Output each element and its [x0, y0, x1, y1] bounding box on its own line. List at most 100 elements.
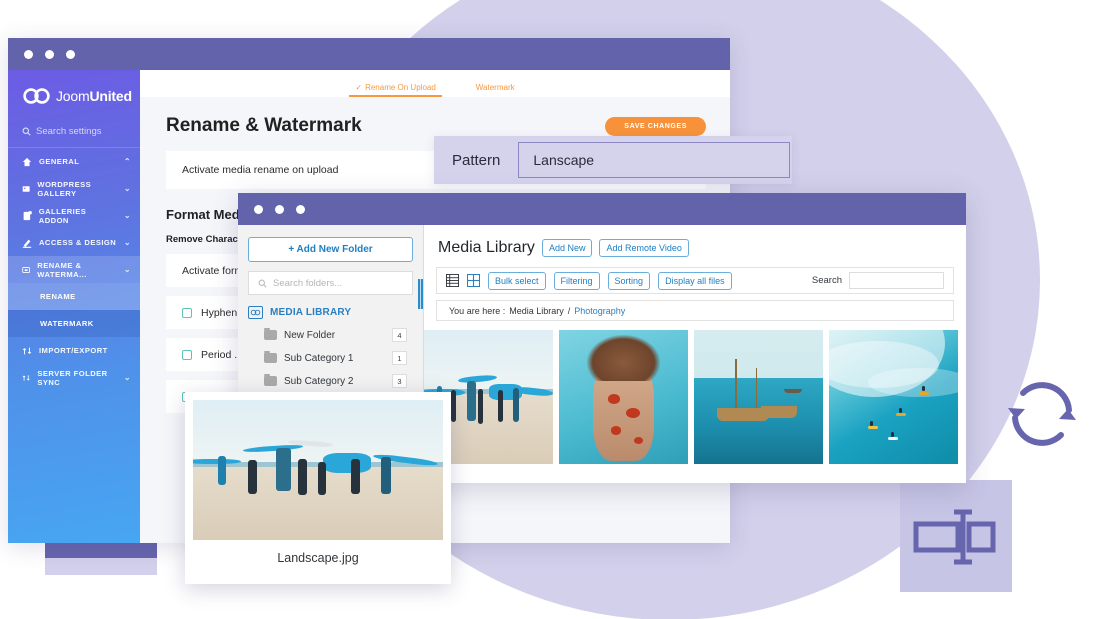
tab-label: Watermark — [475, 83, 515, 92]
media-search: Search — [812, 272, 944, 289]
breadcrumb-separator: / — [567, 305, 571, 316]
breadcrumb-current[interactable]: Photography — [574, 306, 625, 316]
list-view-icon[interactable] — [446, 274, 459, 287]
sidebar-item-label: ACCESS & DESIGN — [39, 238, 117, 247]
tab-watermark[interactable]: Watermark — [476, 83, 515, 97]
sidebar-item-access-design[interactable]: ACCESS & DESIGN ⌄ — [8, 229, 140, 256]
media-window-titlebar — [238, 193, 966, 225]
media-search-label: Search — [811, 275, 842, 286]
screenshot-stage: JoomUnited Search settings GENERAL ⌃ WOR… — [0, 0, 1100, 619]
sidebar-item-import-export[interactable]: IMPORT/EXPORT — [8, 337, 140, 364]
sidebar-item-rename-watermark[interactable]: RENAME & WATERMA... ⌄ — [8, 256, 140, 283]
page-header: Rename & Watermark SAVE CHANGES — [140, 97, 730, 137]
sidebar-item-label: SERVER FOLDER SYNC — [37, 368, 108, 387]
thumbnail-boat[interactable] — [694, 330, 823, 464]
chevron-down-icon: ⌄ — [123, 265, 131, 274]
media-library-header: Media Library Add New Add Remote Video — [424, 225, 966, 257]
folder-item-new-folder[interactable]: New Folder 4 — [248, 328, 413, 342]
window-dot-close[interactable] — [24, 49, 33, 59]
filtering-button[interactable]: Filtering — [553, 271, 600, 290]
grid-view-icon[interactable] — [467, 274, 480, 287]
sidebar-subitem-label: WATERMARK — [40, 319, 94, 328]
folder-name: Sub Category 1 — [284, 352, 354, 364]
addon-icon — [23, 210, 32, 220]
folder-root-label: MEDIA LIBRARY — [270, 307, 352, 318]
rename-icon — [22, 266, 31, 273]
window-dot-minimize[interactable] — [275, 204, 284, 214]
media-main-pane: Media Library Add New Add Remote Video B… — [423, 225, 966, 483]
sidebar-item-galleries-addon[interactable]: GALLERIES ADDON ⌄ — [8, 202, 140, 229]
chevron-down-icon: ⌄ — [123, 184, 131, 193]
sidebar-search[interactable]: Search settings — [8, 104, 140, 148]
search-icon — [22, 127, 31, 136]
sidebar-item-general[interactable]: GENERAL ⌃ — [8, 148, 140, 175]
brush-icon — [22, 239, 32, 248]
folder-search-input[interactable]: Search folders... — [248, 271, 413, 295]
chevron-down-icon: ⌄ — [123, 211, 131, 220]
image-preview-card: Landscape.jpg — [185, 392, 451, 584]
window-dot-maximize[interactable] — [66, 49, 75, 59]
check-icon: ✓ — [355, 83, 363, 92]
folder-item-sub-category-2[interactable]: Sub Category 2 3 — [248, 374, 413, 388]
add-remote-video-button[interactable]: Add Remote Video — [599, 239, 689, 257]
thumbnail-grid — [424, 321, 966, 464]
search-icon — [258, 279, 267, 288]
pattern-input[interactable]: Lanscape — [518, 142, 791, 178]
sidebar-item-server-folder-sync[interactable]: SERVER FOLDER SYNC ⌄ — [8, 364, 140, 391]
window-dot-minimize[interactable] — [45, 49, 54, 59]
checkbox-period[interactable] — [182, 349, 192, 360]
breadcrumb-prefix: You are here : — [449, 305, 506, 316]
breadcrumb-root[interactable]: Media Library — [509, 306, 564, 316]
sorting-button[interactable]: Sorting — [607, 271, 651, 290]
sidebar-item-label: IMPORT/EXPORT — [39, 346, 108, 355]
preview-filename: Landscape.jpg — [277, 551, 359, 565]
folder-name: New Folder — [284, 329, 336, 341]
checkbox-label: Period . — [201, 348, 238, 361]
window-dot-close[interactable] — [254, 204, 263, 214]
sidebar-item-label: GALLERIES ADDON — [38, 206, 87, 225]
preview-image — [193, 400, 443, 540]
display-all-files-button[interactable]: Display all files — [658, 271, 732, 290]
tab-rename-on-upload[interactable]: ✓ Rename On Upload — [349, 83, 443, 97]
joomunited-mark-icon — [250, 309, 261, 316]
page-title: Rename & Watermark — [166, 115, 362, 136]
joomunited-logo: JoomUnited — [8, 82, 140, 104]
media-search-input[interactable] — [849, 272, 944, 289]
thumbnail-underwater[interactable] — [559, 330, 688, 464]
folder-count: 4 — [392, 328, 407, 342]
chevron-up-icon: ⌃ — [123, 157, 131, 166]
pattern-label: Pattern — [452, 151, 501, 169]
settings-sidebar: JoomUnited Search settings GENERAL ⌃ WOR… — [8, 70, 140, 543]
sidebar-search-placeholder: Search settings — [36, 126, 102, 137]
breadcrumb: You are here : Media Library / Photograp… — [436, 300, 954, 321]
pattern-panel: Pattern Lanscape — [434, 136, 792, 184]
folder-count: 1 — [392, 351, 407, 365]
sidebar-subitem-rename[interactable]: RENAME — [8, 283, 140, 310]
checkbox-hyphen[interactable] — [182, 307, 192, 318]
save-changes-button[interactable]: SAVE CHANGES — [605, 116, 706, 136]
home-icon — [22, 157, 32, 166]
folder-root-media-library[interactable]: MEDIA LIBRARY — [248, 306, 413, 319]
sidebar-subitem-label: RENAME — [40, 292, 76, 301]
joomunited-mark-icon — [23, 88, 50, 104]
folder-search-placeholder: Search folders... — [273, 277, 343, 289]
joomunited-logo-text: JoomUnited — [56, 88, 132, 104]
window-dot-maximize[interactable] — [296, 204, 305, 214]
folder-name: Sub Category 2 — [284, 375, 354, 387]
folder-icon — [264, 351, 277, 363]
sidebar-item-wordpress-gallery[interactable]: WORDPRESS GALLERY ⌄ — [8, 175, 140, 202]
media-toolbar: Bulk select Filtering Sorting Display al… — [436, 267, 954, 294]
folder-icon — [264, 328, 277, 340]
thumbnail-big-wave[interactable] — [829, 330, 958, 464]
folder-item-sub-category-1[interactable]: Sub Category 1 1 — [248, 351, 413, 365]
settings-tabbar: ✓ Rename On Upload Watermark — [140, 70, 730, 97]
chevron-down-icon: ⌄ — [123, 373, 131, 382]
bulk-select-button[interactable]: Bulk select — [488, 271, 546, 290]
add-new-button[interactable]: Add New — [541, 239, 593, 257]
sidebar-subitem-watermark[interactable]: WATERMARK — [8, 310, 140, 337]
sidebar-item-label: GENERAL — [39, 157, 80, 166]
sidebar-item-label: RENAME & WATERMA... — [37, 260, 87, 279]
add-new-folder-button[interactable]: + Add New Folder — [248, 237, 413, 262]
activate-rename-label: Activate media rename on upload — [182, 164, 339, 176]
transfer-icon — [22, 374, 30, 381]
